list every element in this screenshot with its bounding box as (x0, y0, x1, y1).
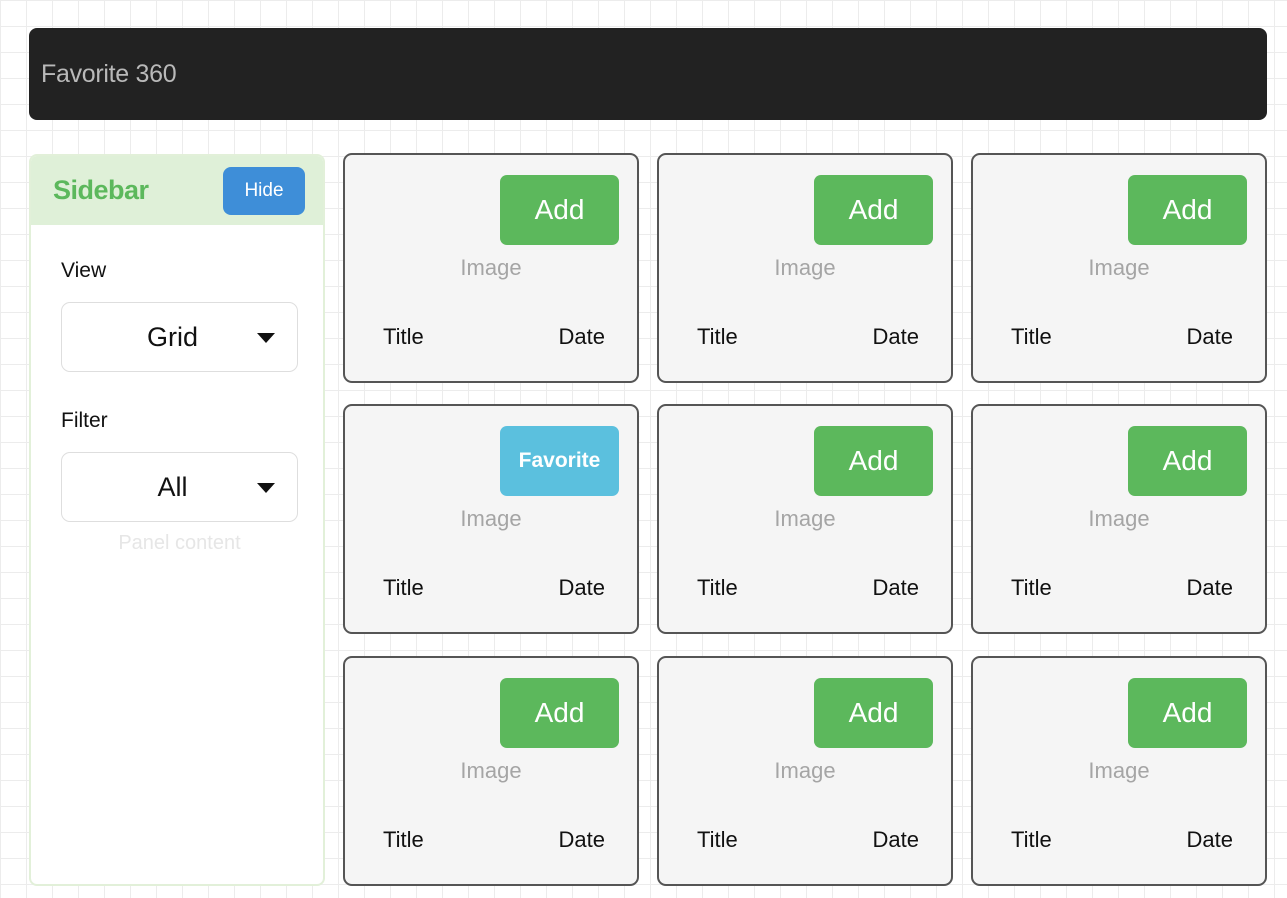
card-date: Date (558, 324, 605, 349)
card-image-placeholder: Image (1088, 758, 1150, 783)
app-title: Favorite 360 (41, 59, 177, 88)
filter-select[interactable]: All (61, 452, 298, 522)
card-image-placeholder: Image (774, 506, 836, 531)
card: Add Image Title Date (971, 404, 1267, 634)
add-button[interactable]: Add (1128, 678, 1247, 748)
card: Add Image Title Date (343, 153, 639, 383)
sidebar-body: View Grid Filter All Panel content (31, 225, 323, 555)
card-image-placeholder: Image (460, 255, 522, 280)
view-select-value: Grid (146, 321, 198, 352)
card-title: Title (697, 324, 738, 349)
card-image-placeholder: Image (774, 255, 836, 280)
add-button[interactable]: Add (814, 426, 933, 496)
caret-down-icon (257, 483, 275, 493)
view-select[interactable]: Grid (61, 302, 298, 372)
sidebar: Sidebar Hide View Grid Filter All Panel … (29, 154, 325, 886)
card-title: Title (697, 827, 738, 852)
card-date: Date (872, 324, 919, 349)
card-title: Title (1011, 575, 1052, 600)
add-button[interactable]: Add (814, 678, 933, 748)
card-image-placeholder: Image (1088, 506, 1150, 531)
card: Add Image Title Date (657, 404, 953, 634)
card-date: Date (558, 575, 605, 600)
card-date: Date (872, 575, 919, 600)
add-button[interactable]: Add (814, 175, 933, 245)
favorite-button[interactable]: Favorite (500, 426, 619, 496)
card-date: Date (1186, 324, 1233, 349)
filter-select-value: All (157, 471, 188, 502)
card: Add Image Title Date (971, 153, 1267, 383)
card-title: Title (697, 575, 738, 600)
view-label: View (61, 259, 107, 282)
card-title: Title (1011, 827, 1052, 852)
add-button[interactable]: Add (500, 175, 619, 245)
top-bar: Favorite 360 (29, 28, 1267, 120)
card-image-placeholder: Image (460, 506, 522, 531)
add-button[interactable]: Add (500, 678, 619, 748)
add-button[interactable]: Add (1128, 175, 1247, 245)
filter-label: Filter (61, 409, 108, 432)
sidebar-header: Sidebar Hide (31, 156, 323, 225)
card-date: Date (872, 827, 919, 852)
card-date: Date (558, 827, 605, 852)
card-date: Date (1186, 575, 1233, 600)
card-title: Title (383, 324, 424, 349)
card: Add Image Title Date (343, 656, 639, 886)
card-date: Date (1186, 827, 1233, 852)
sidebar-title: Sidebar (53, 175, 149, 205)
hide-sidebar-button[interactable]: Hide (223, 166, 305, 215)
card-title: Title (383, 827, 424, 852)
add-button[interactable]: Add (1128, 426, 1247, 496)
card-title: Title (1011, 324, 1052, 349)
card: Add Image Title Date (971, 656, 1267, 886)
panel-content-placeholder: Panel content (118, 532, 241, 554)
caret-down-icon (257, 333, 275, 343)
card: Favorite Image Title Date (343, 404, 639, 634)
card-image-placeholder: Image (1088, 255, 1150, 280)
card-title: Title (383, 575, 424, 600)
card: Add Image Title Date (657, 656, 953, 886)
card: Add Image Title Date (657, 153, 953, 383)
card-image-placeholder: Image (460, 758, 522, 783)
card-image-placeholder: Image (774, 758, 836, 783)
